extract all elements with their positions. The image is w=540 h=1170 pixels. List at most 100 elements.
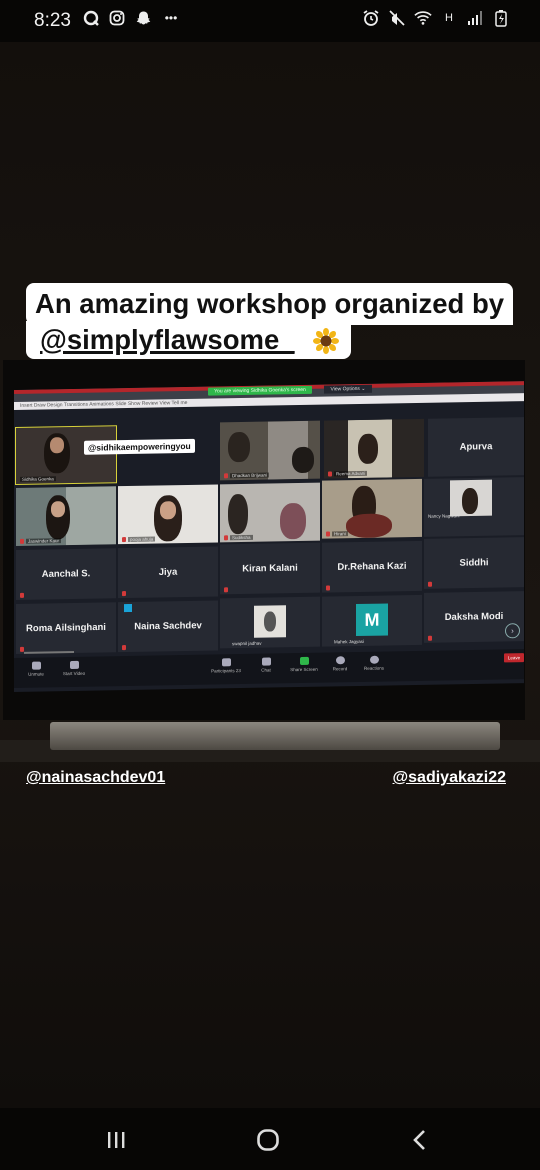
avatar-initial: M <box>356 603 388 637</box>
participant-tile[interactable]: Sudiksha <box>220 482 320 543</box>
sharing-indicator-icon <box>124 603 132 613</box>
view-options-button[interactable]: View Options ⌄ <box>324 384 372 394</box>
zoom-toolbar: Unmute Start Video Participants 23 Chat … <box>14 649 524 688</box>
participant-name: Mahek Jagyasi <box>334 638 365 645</box>
mic-muted-icon <box>224 535 228 541</box>
participant-tile[interactable]: swapnil jadhav <box>220 596 320 649</box>
zoom-screen: You are viewing Sidhika Goenka's screen … <box>14 381 524 692</box>
participant-video-2 <box>280 502 306 540</box>
participant-tile[interactable]: Aanchal S. <box>16 548 116 600</box>
participant-tile[interactable]: Reema Advani <box>324 418 424 479</box>
mention-left[interactable]: @nainasachdev01 <box>26 769 165 787</box>
share-screen-button[interactable]: Share Screen <box>284 656 324 673</box>
participant-face <box>160 501 176 520</box>
unmute-label: Unmute <box>28 671 44 677</box>
mic-muted-icon <box>122 537 126 543</box>
participant-name: Dhadkan Brijwani <box>230 472 270 479</box>
status-bar: 8:23 ••• H <box>0 0 540 42</box>
organizer-mention[interactable]: @simplyflawsome_ <box>40 322 295 358</box>
home-button[interactable] <box>248 1126 288 1154</box>
caption-line-1: An amazing workshop organized by <box>26 283 514 325</box>
participant-name: Reema Advani <box>334 470 368 477</box>
microphone-icon <box>31 661 41 670</box>
back-button[interactable] <box>400 1126 440 1154</box>
participant-tile[interactable]: pooja ahuja <box>118 484 218 545</box>
participant-name: Sidhika Goenka <box>20 476 56 482</box>
camera-icon <box>69 660 79 670</box>
recent-apps-button[interactable] <box>96 1126 136 1154</box>
participant-name: Sudiksha <box>230 534 253 541</box>
participants-icon <box>221 658 231 667</box>
participant-name: pooja ahuja <box>128 536 156 543</box>
participant-tile[interactable]: Dhadkan Brijwani <box>220 420 320 481</box>
chat-label: Chat <box>261 667 271 673</box>
mic-muted-icon <box>20 538 24 544</box>
home-icon <box>257 1129 279 1151</box>
participant-video <box>358 433 378 464</box>
mention-right[interactable]: @sadiyakazi22 <box>393 769 506 787</box>
recent-apps-icon <box>108 1132 125 1148</box>
participant-name: Jiya <box>158 566 178 578</box>
participant-face <box>462 487 478 515</box>
reactions-button[interactable]: Reactions <box>354 655 394 671</box>
reactions-icon <box>369 655 379 664</box>
leave-button[interactable]: Leave <box>504 653 524 663</box>
participant-name: Dr.Rehana Kazi <box>337 560 407 573</box>
status-right-icons: H <box>362 9 510 27</box>
share-screen-label: Share Screen <box>290 666 318 673</box>
participant-tile[interactable]: Siddhi <box>424 537 524 589</box>
more-icon: ••• <box>164 11 178 25</box>
participant-tile[interactable]: Hirani <box>322 478 422 539</box>
share-notice: You are viewing Sidhika Goenka's screen <box>208 385 312 396</box>
participant-tile[interactable]: Apurva <box>428 417 524 477</box>
share-screen-icon <box>299 656 309 666</box>
participant-video <box>450 479 492 517</box>
participant-tile[interactable]: Roma Ailsinghani <box>16 602 116 654</box>
signal-icon <box>466 9 484 27</box>
instagram-icon <box>108 9 126 27</box>
participant-face <box>51 501 65 518</box>
participants-label: Participants <box>211 668 235 674</box>
participant-tile[interactable]: Jaswinder Kaur <box>16 486 116 546</box>
chat-icon <box>261 657 271 666</box>
mic-muted-icon <box>428 635 432 641</box>
mute-icon <box>388 9 406 27</box>
snapchat-icon <box>134 9 152 27</box>
record-label: Record <box>332 666 348 672</box>
participant-tile[interactable]: Naina Sachdev <box>118 600 218 653</box>
participant-tile[interactable]: Kiran Kalani <box>220 542 320 595</box>
participant-clothes <box>346 513 392 539</box>
participants-button[interactable]: Participants 23 <box>206 658 246 674</box>
navigation-bar <box>0 1108 540 1170</box>
participant-name: Nancy Nagwani <box>428 513 460 519</box>
participant-name: Siddhi <box>459 557 489 569</box>
participant-tile[interactable]: Sidhika Goenka <box>15 425 117 485</box>
profile-picture <box>254 605 286 638</box>
participant-video-2 <box>292 446 314 474</box>
mic-muted-icon <box>224 473 228 479</box>
participant-tile[interactable]: Jiya <box>118 546 218 599</box>
participant-face <box>50 437 64 454</box>
participant-name: Daksha Modi <box>444 610 504 623</box>
status-left-icons: ••• <box>82 9 182 27</box>
participant-name: Hirani <box>332 531 348 537</box>
unmute-button[interactable]: Unmute <box>16 661 56 677</box>
participant-name: Apurva <box>459 441 493 453</box>
sunflower-icon <box>312 327 339 354</box>
handle-overlay: @sidhikaempoweringyou <box>84 438 195 455</box>
caption-line-2: @simplyflawsome_ <box>26 321 351 359</box>
participant-tile[interactable]: Nancy Nagwani <box>424 477 524 537</box>
alarm-icon <box>362 9 380 27</box>
progress-bar <box>24 650 74 654</box>
participant-tile[interactable]: M Mahek Jagyasi <box>322 594 422 647</box>
participant-name: swapnil jadhav <box>232 640 262 647</box>
participants-count: 23 <box>235 668 241 674</box>
participant-tile[interactable]: Dr.Rehana Kazi <box>322 540 422 593</box>
participant-name: Aanchal S. <box>41 568 91 581</box>
chat-button[interactable]: Chat <box>246 657 286 673</box>
start-video-button[interactable]: Start Video <box>54 660 94 677</box>
participant-name: Kiran Kalani <box>242 562 298 575</box>
curtain-background <box>66 486 116 546</box>
participant-video <box>228 493 248 535</box>
participant-name: Naina Sachdev <box>134 620 202 633</box>
